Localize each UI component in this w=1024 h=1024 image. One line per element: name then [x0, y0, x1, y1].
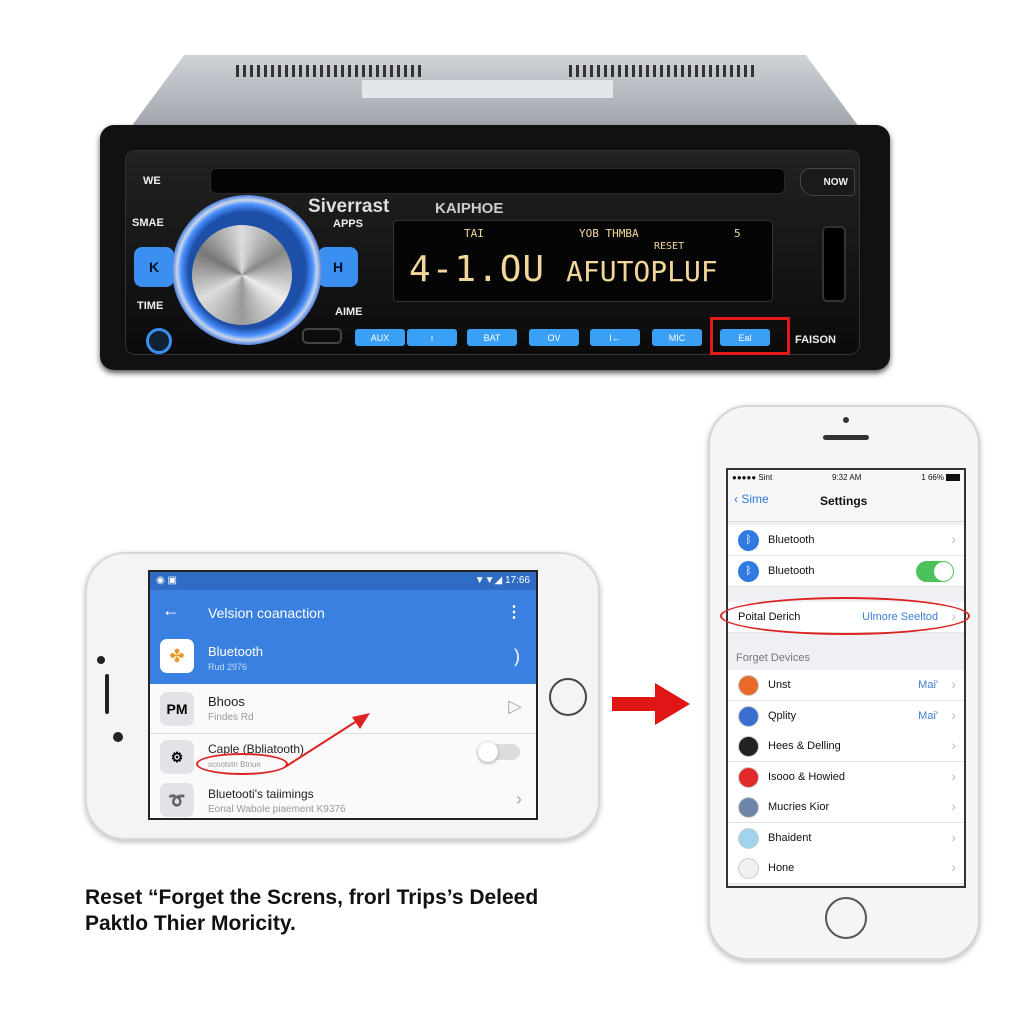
device-icon [738, 797, 759, 818]
highlight-box [710, 317, 790, 355]
device-row[interactable]: Isooo & Howied › [728, 761, 964, 793]
usb-port [302, 328, 342, 344]
device-icon: ⚙ [160, 740, 194, 774]
device-icon [738, 827, 759, 849]
highlight-ellipse [720, 597, 970, 635]
device-row[interactable]: Qplity Mai' › [728, 700, 964, 732]
preset-button-4[interactable]: OV [529, 329, 579, 346]
device-icon [738, 766, 759, 788]
preset-button-5[interactable]: I← [590, 329, 640, 346]
lcd-display: TAI YOB THMBA 5 RESET 4-1.OU AFUTOPLUF [393, 220, 773, 302]
label-smae: SMAE [132, 217, 164, 229]
red-arrow-icon [612, 683, 690, 725]
cable-icon: ➰ [160, 783, 194, 817]
chevron-right-icon: ▷ [508, 696, 522, 716]
device-icon [738, 705, 759, 727]
screen-title: Settings [820, 494, 868, 508]
label-aime: AIME [335, 306, 363, 318]
bluetooth-toggle-row[interactable]: ᛒ Bluetooth [728, 556, 964, 587]
chevron-right-icon: › [951, 859, 956, 875]
device-row[interactable]: Hone › [728, 853, 964, 884]
back-button[interactable]: ‹ Sime [734, 492, 769, 506]
device-row[interactable]: Bhaident › [728, 822, 964, 854]
chevron-right-icon: › [951, 737, 956, 753]
label-we: WE [143, 175, 161, 187]
aux-jack-icon [146, 328, 172, 354]
chevron-right-icon: › [951, 828, 956, 845]
stereo-chassis [125, 55, 865, 135]
label-faison: FAISON [795, 334, 836, 346]
home-button[interactable] [549, 678, 587, 716]
screen-title: Velsion coanaction [208, 605, 325, 621]
signal-icon: ▼▼◢ [474, 575, 505, 586]
bluetooth-toggle[interactable] [916, 561, 954, 582]
device-row[interactable]: Unst Mai' › [728, 670, 964, 701]
list-item[interactable]: ➰ Bluetooti's taiimings Eonal Wabole pia… [150, 779, 536, 822]
cd-slot [210, 168, 785, 194]
now-button[interactable]: NOW [800, 168, 855, 196]
device-icon [738, 736, 759, 757]
preset-button-1[interactable]: AUX [355, 329, 405, 346]
ios-screen: ●●●●● Sint 9:32 AM 1 66% ‹ Sime Settings… [726, 468, 966, 888]
volume-knob[interactable] [192, 225, 292, 325]
refresh-icon[interactable]: ) [514, 646, 520, 667]
app-bar: ◉ ▣ ▼▼◢ 17:66 ← Velsion coanaction ⋮ ✤ Bl… [150, 572, 536, 684]
chevron-right-icon: › [516, 789, 522, 809]
preset-button-2[interactable]: ı [407, 329, 457, 346]
bluetooth-icon: ᛒ [738, 561, 759, 582]
bluetooth-icon: ᛒ [738, 530, 759, 551]
device-row[interactable]: Mucries Kior › [728, 792, 964, 823]
status-icons: ◉ ▣ [156, 575, 177, 586]
chevron-right-icon: › [951, 767, 956, 784]
device-row[interactable]: Hees & Delling › [728, 731, 964, 762]
chevron-right-icon: › [951, 706, 956, 723]
pinwheel-icon: ✤ [160, 639, 194, 673]
highlight-ellipse [196, 753, 288, 775]
android-screen: ◉ ▣ ▼▼◢ 17:66 ← Velsion coanaction ⋮ ✤ Bl… [148, 570, 538, 820]
chevron-right-icon: › [951, 798, 956, 814]
battery-icon [946, 474, 960, 481]
annotation-arrow [284, 713, 370, 768]
device-icon [738, 858, 759, 879]
preset-button-6[interactable]: MIC [652, 329, 702, 346]
preset-button-3[interactable]: BAT [467, 329, 517, 346]
chevron-right-icon: › [951, 676, 956, 692]
device-icon [738, 675, 759, 696]
home-button[interactable] [825, 897, 867, 939]
back-arrow-icon[interactable]: ← [162, 600, 180, 621]
next-track-button[interactable]: H [318, 247, 358, 287]
caption: Reset “Forget the Screns, frorl Trips’s … [85, 886, 539, 935]
toggle-switch[interactable] [478, 742, 520, 762]
pm-icon: PM [160, 692, 194, 726]
prev-track-button[interactable]: K [134, 247, 174, 287]
model-name: KAIPHOE [435, 200, 504, 217]
label-apps: APPS [333, 218, 363, 230]
label-time: TIME [137, 300, 164, 312]
bluetooth-row[interactable]: ᛒ Bluetooth › [728, 525, 964, 556]
more-icon[interactable]: ⋮ [506, 602, 522, 622]
brand-logo: Siverrast [308, 196, 390, 217]
eject-slot[interactable] [822, 226, 846, 302]
section-header: Forget Devices [736, 652, 810, 664]
